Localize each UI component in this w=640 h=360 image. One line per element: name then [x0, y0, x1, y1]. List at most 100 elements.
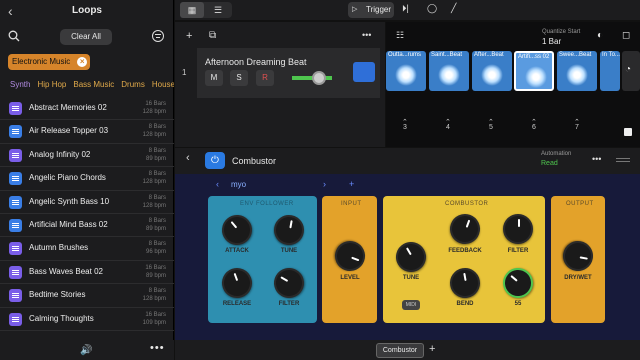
midi-badge[interactable]: MIDI — [402, 300, 420, 310]
instrument-icon[interactable] — [353, 62, 375, 82]
record-arm-button[interactable]: R — [256, 70, 274, 86]
loop-cell[interactable]: Saint...Beat — [429, 51, 469, 91]
list-item[interactable]: Bedtime Stories 8 Bars 128 bpm — [0, 284, 174, 308]
add-track-icon[interactable]: + — [186, 30, 192, 42]
duplicate-icon[interactable]: ⧉ — [209, 30, 216, 41]
quantize-value[interactable]: 1 Bar — [542, 37, 561, 46]
scene-number[interactable]: 5 — [484, 124, 498, 131]
list-item[interactable]: Angelic Piano Chords 8 Bars 128 bpm — [0, 167, 174, 191]
plugin-tab[interactable]: Combustor — [376, 343, 424, 358]
drag-handle-icon[interactable] — [616, 158, 630, 162]
loop-bars: 16 Bars — [145, 264, 166, 271]
list-item[interactable]: Air Release Topper 03 8 Bars 128 bpm — [0, 120, 174, 144]
clear-all-button[interactable]: Clear All — [60, 29, 112, 45]
waveform-icon — [395, 64, 417, 86]
sidebar-header: ‹ Loops — [0, 0, 174, 22]
loop-meta: 8 Bars 128 bpm — [143, 194, 166, 210]
loop-bpm: 128 bpm — [142, 202, 166, 209]
loop-bpm: 96 bpm — [145, 249, 166, 256]
loop-name: Calming Thoughts — [29, 313, 94, 323]
loop-bars: 8 Bars — [148, 147, 166, 154]
sidebar-title: Loops — [72, 5, 102, 16]
back-chevron-icon[interactable]: ‹ — [186, 152, 190, 164]
loop-meta: 8 Bars 128 bpm — [143, 287, 166, 303]
loop-meta: 8 Bars 128 bpm — [143, 170, 166, 186]
stop-all-icon[interactable] — [624, 128, 632, 136]
grid-view-icon[interactable]: ▦ — [180, 2, 204, 18]
mute-button[interactable]: M — [205, 70, 223, 86]
more-icon[interactable]: ••• — [150, 342, 165, 354]
record-icon[interactable]: ◯ — [427, 3, 437, 14]
list-item[interactable]: Abstract Memories 02 16 Bars 128 bpm — [0, 97, 174, 121]
scene-number[interactable]: 7 — [570, 124, 584, 131]
cell-label: In To... — [602, 52, 620, 58]
loop-name: Autumn Brushes — [29, 243, 89, 253]
search-icon[interactable] — [8, 30, 20, 42]
contrast-icon[interactable]: ◐ — [597, 30, 603, 41]
loop-name: Air Release Topper 03 — [29, 126, 109, 136]
preset-name[interactable]: myo — [231, 180, 246, 189]
scene-number[interactable]: 4 — [441, 124, 455, 131]
add-plugin-icon[interactable]: + — [429, 343, 435, 355]
list-item[interactable]: Bass Waves Beat 02 16 Bars 89 bpm — [0, 261, 174, 285]
trigger-button[interactable]: ▷ Trigger — [348, 2, 394, 18]
pencil-icon[interactable]: ╱ — [451, 3, 456, 14]
power-icon[interactable]: ⏻ — [205, 152, 225, 169]
category-bass-music[interactable]: Bass Music — [73, 80, 114, 94]
play-icon: ▷ — [352, 6, 358, 13]
filter-label: FILTER — [278, 301, 300, 307]
list-item[interactable]: Calming Thoughts 16 Bars 109 bpm — [0, 308, 174, 331]
speaker-icon[interactable]: 🔊 — [80, 345, 92, 356]
grid-menu-icon[interactable]: ☷ — [396, 30, 404, 41]
tune-label: TUNE — [280, 248, 298, 254]
go-to-start-icon[interactable]: ⏵| — [402, 3, 409, 14]
value-55-label: 55 — [514, 301, 522, 307]
plugin-more-icon[interactable]: ••• — [592, 154, 601, 164]
waveform-icon — [566, 64, 588, 86]
loops-sidebar: ‹ Loops Clear All Electronic Music × Syn… — [0, 0, 174, 360]
track-more-icon[interactable]: ••• — [362, 30, 371, 40]
loop-bars: 8 Bars — [148, 241, 166, 248]
list-item[interactable]: Autumn Brushes 8 Bars 96 bpm — [0, 237, 174, 261]
tune-label: TUNE — [402, 275, 420, 281]
loop-cell-selected[interactable]: Artifi...ss 02 — [514, 51, 554, 91]
loop-icon — [9, 172, 22, 186]
loop-icon — [9, 289, 22, 303]
loop-bpm: 128 bpm — [142, 109, 166, 115]
loop-bars: 8 Bars — [148, 171, 166, 178]
category-hip-hop[interactable]: Hip Hop — [37, 80, 66, 94]
list-item[interactable]: Analog Infinity 02 8 Bars 89 bpm — [0, 144, 174, 168]
chip-close-icon[interactable]: × — [77, 57, 88, 67]
loop-cell[interactable]: In To... — [600, 51, 620, 91]
list-item[interactable]: Angelic Synth Bass 10 8 Bars 128 bpm — [0, 191, 174, 214]
automation-mode[interactable]: Read — [541, 160, 558, 167]
filter-knob[interactable] — [503, 214, 533, 244]
scene-trigger[interactable]: ◔ — [622, 51, 640, 91]
category-drums[interactable]: Drums — [121, 80, 145, 94]
scene-number[interactable]: 3 — [398, 124, 412, 131]
loop-meta: 8 Bars 96 bpm — [146, 240, 166, 256]
category-tabs: Synth Hip Hop Bass Music Drums House — [0, 80, 174, 94]
stop-icon[interactable]: ◻ — [622, 30, 630, 41]
category-synth[interactable]: Synth — [10, 80, 30, 94]
loop-name: Artificial Mind Bass 02 — [29, 219, 108, 229]
loop-cell[interactable]: Swee...Beat — [557, 51, 597, 91]
prev-preset-icon[interactable]: ‹ — [216, 179, 219, 189]
scene-number[interactable]: 6 — [527, 124, 541, 131]
list-item[interactable]: Artificial Mind Bass 02 8 Bars 89 bpm — [0, 214, 174, 238]
plugin-name: Combustor — [232, 156, 277, 166]
loop-cell[interactable]: After...Beat — [472, 51, 512, 91]
loop-bars: 16 Bars — [145, 311, 166, 318]
next-preset-icon[interactable]: › — [323, 179, 326, 189]
tracks-view-icon[interactable]: ☰ — [206, 2, 230, 18]
scene-trigger-icon: ◔ — [625, 64, 632, 75]
category-house[interactable]: House — [152, 80, 174, 94]
loop-icon — [9, 195, 22, 209]
volume-slider-handle[interactable] — [312, 71, 326, 85]
filter-chip[interactable]: Electronic Music × — [8, 54, 91, 70]
filter-icon[interactable] — [152, 30, 164, 42]
loop-cell[interactable]: Outta...rums — [386, 51, 426, 91]
solo-button[interactable]: S — [230, 70, 248, 86]
level-label: LEVEL — [340, 275, 360, 281]
add-preset-icon[interactable]: + — [349, 179, 354, 189]
